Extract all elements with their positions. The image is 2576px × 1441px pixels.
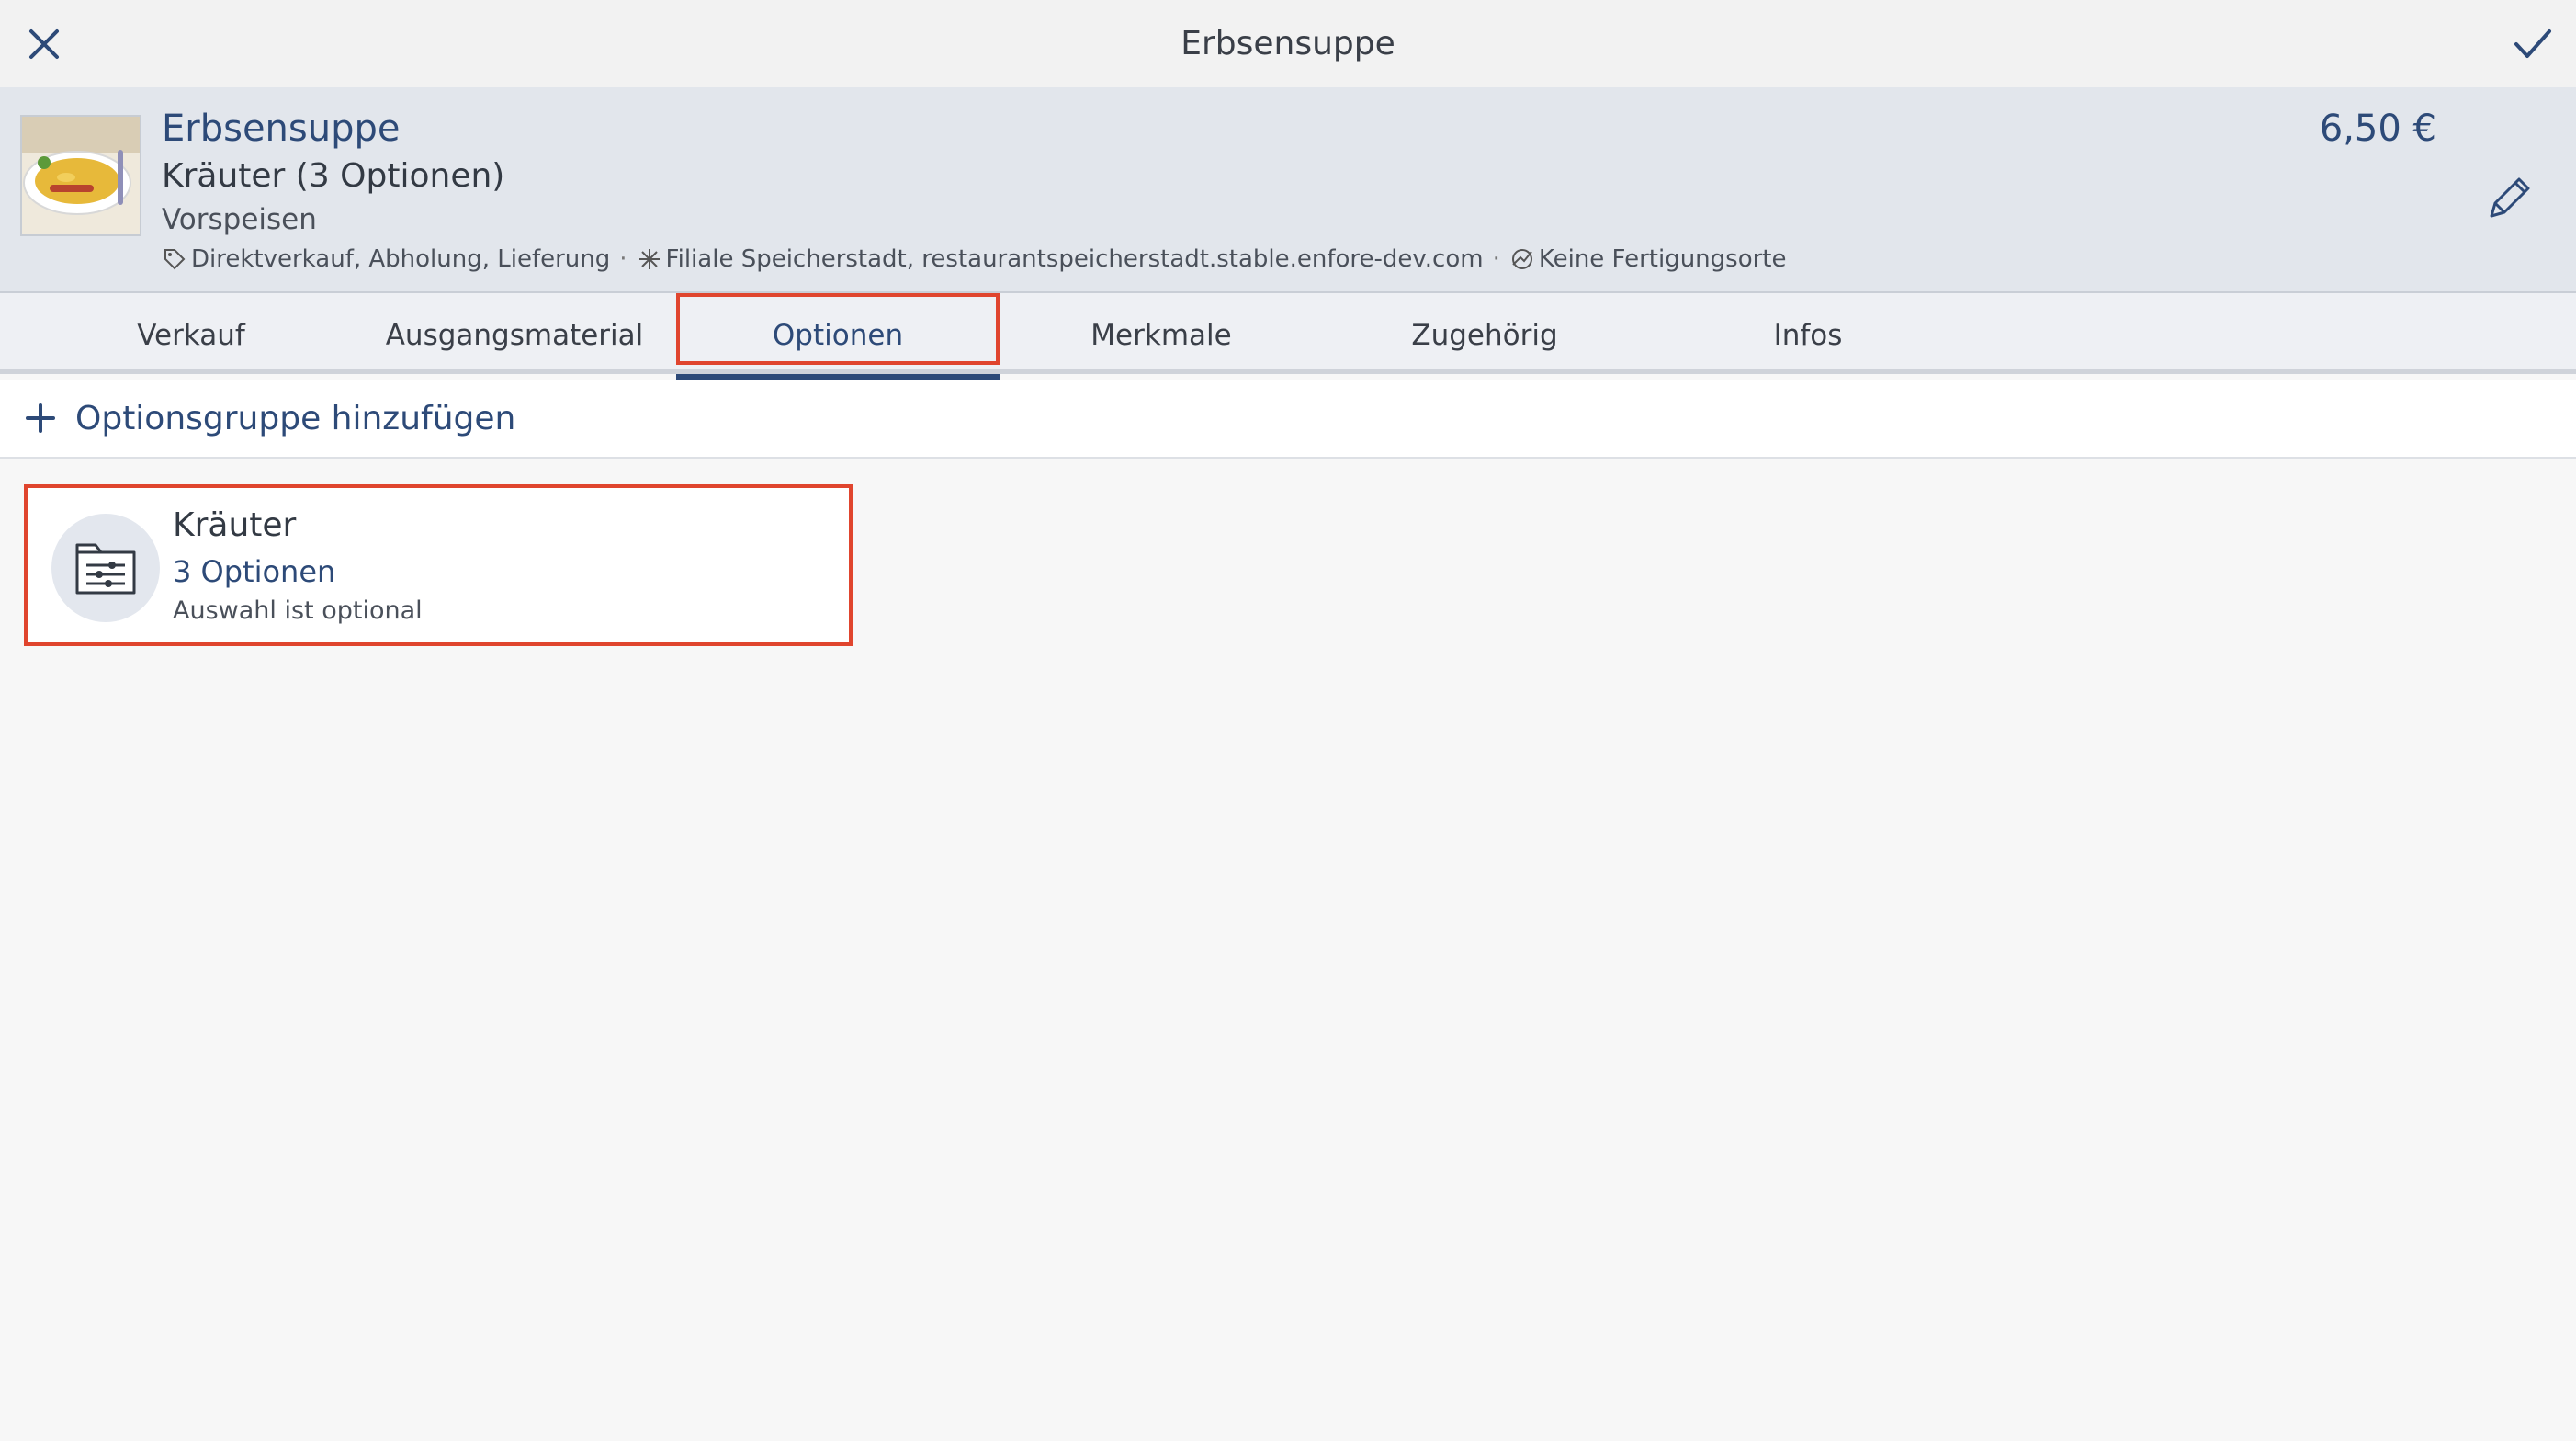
- production-icon: [1511, 249, 1532, 269]
- product-meta: Direktverkauf, Abholung, Lieferung · Fil…: [162, 245, 1787, 273]
- add-option-group-label: Optionsgruppe hinzufügen: [75, 399, 516, 437]
- product-category: Vorspeisen: [162, 203, 317, 236]
- branch-icon: [638, 249, 660, 269]
- tab-optionen[interactable]: Optionen: [676, 293, 1000, 380]
- option-group-hint: Auswahl ist optional: [173, 596, 423, 625]
- branch-info: Filiale Speicherstadt, restaurantspeiche…: [665, 245, 1484, 273]
- option-group-card[interactable]: Kräuter 3 Optionen Auswahl ist optional: [24, 484, 853, 646]
- add-option-group-button[interactable]: Optionsgruppe hinzufügen: [0, 380, 2576, 459]
- product-header: Erbsensuppe Kräuter (3 Optionen) Vorspei…: [0, 87, 2576, 293]
- sales-channels: Direktverkauf, Abholung, Lieferung: [191, 245, 611, 273]
- tab-verkauf[interactable]: Verkauf: [29, 293, 353, 374]
- meta-separator: ·: [1492, 245, 1500, 273]
- confirm-button[interactable]: [2489, 0, 2576, 87]
- pencil-icon: [2490, 177, 2530, 218]
- product-image: [20, 115, 141, 236]
- tab-infos[interactable]: Infos: [1646, 293, 1970, 374]
- tag-icon: [164, 249, 186, 270]
- option-group-count: 3 Optionen: [173, 554, 336, 589]
- product-name: Erbsensuppe: [162, 108, 401, 150]
- option-group-avatar: [51, 514, 160, 622]
- tab-bar: Verkauf Ausgangsmaterial Optionen Merkma…: [0, 293, 2576, 380]
- option-group-name: Kräuter: [173, 506, 297, 544]
- product-options-summary: Kräuter (3 Optionen): [162, 157, 505, 195]
- check-icon: [2514, 28, 2551, 58]
- product-price: 6,50 €: [2319, 108, 2436, 150]
- window-title: Erbsensuppe: [1181, 25, 1395, 62]
- meta-separator: ·: [619, 245, 627, 273]
- tab-merkmale[interactable]: Merkmale: [1000, 293, 1323, 374]
- tab-zugehoerig[interactable]: Zugehörig: [1323, 293, 1646, 374]
- edit-button[interactable]: [2473, 161, 2547, 234]
- tab-ausgangsmaterial[interactable]: Ausgangsmaterial: [353, 293, 676, 374]
- production-info: Keine Fertigungsorte: [1538, 245, 1787, 273]
- top-bar: Erbsensuppe: [0, 0, 2576, 87]
- plus-icon: [26, 403, 55, 433]
- options-folder-icon: [75, 543, 136, 595]
